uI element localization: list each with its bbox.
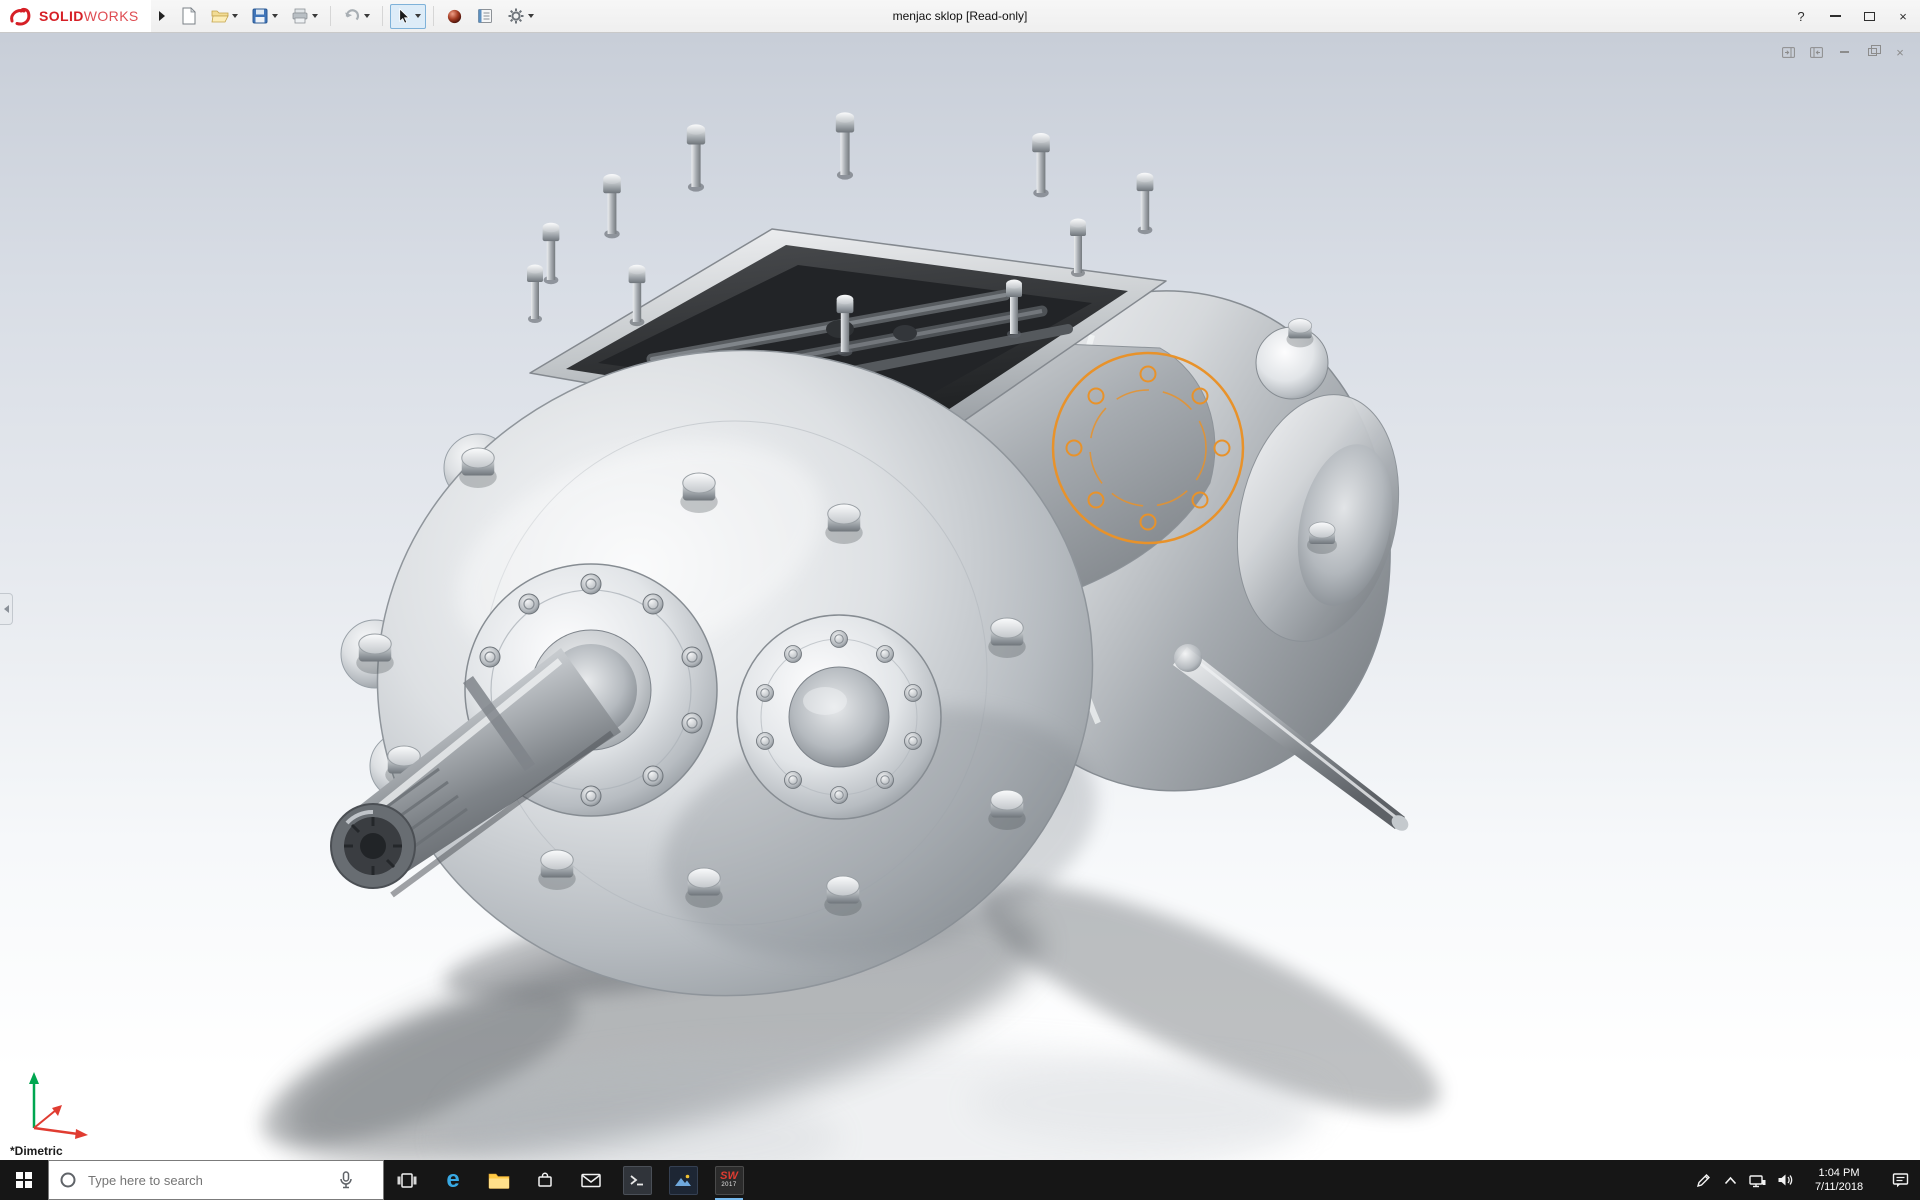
design-binder-button[interactable] bbox=[471, 3, 499, 29]
appearance-button[interactable] bbox=[441, 4, 468, 29]
save-button[interactable] bbox=[246, 3, 283, 29]
photos-button[interactable] bbox=[660, 1160, 706, 1200]
ds-logo-icon bbox=[8, 6, 34, 26]
menu-flyout-icon[interactable] bbox=[159, 11, 165, 21]
gearbox-3d-model[interactable] bbox=[0, 33, 1920, 1160]
undo-button[interactable] bbox=[338, 3, 375, 29]
titlebar: SOLIDWORKS bbox=[0, 0, 1920, 33]
new-document-icon bbox=[180, 7, 198, 25]
solidworks-window: SOLIDWORKS bbox=[0, 0, 1920, 1200]
file-explorer-icon bbox=[488, 1172, 510, 1189]
task-view-button[interactable] bbox=[384, 1160, 430, 1200]
view-orientation-label: *Dimetric bbox=[10, 1144, 63, 1158]
print-dropdown-caret[interactable] bbox=[312, 14, 318, 18]
select-cursor-icon bbox=[395, 8, 412, 25]
doc-restore-icon[interactable] bbox=[1864, 45, 1880, 59]
store-button[interactable] bbox=[522, 1160, 568, 1200]
toolbar-separator bbox=[330, 6, 331, 26]
clock-date: 7/11/2018 bbox=[1815, 1180, 1863, 1194]
doc-minimize-icon[interactable] bbox=[1836, 45, 1852, 59]
appearance-sphere-icon bbox=[446, 8, 463, 25]
print-button[interactable] bbox=[286, 3, 323, 29]
volume-icon[interactable] bbox=[1771, 1160, 1798, 1200]
brand-bold: SOLID bbox=[39, 8, 84, 24]
options-dropdown-caret[interactable] bbox=[528, 14, 534, 18]
orientation-triad-icon bbox=[8, 1046, 104, 1142]
toolbar-separator bbox=[382, 6, 383, 26]
console-icon bbox=[623, 1166, 652, 1195]
window-title: menjac sklop [Read-only] bbox=[893, 9, 1028, 23]
file-explorer-button[interactable] bbox=[476, 1160, 522, 1200]
select-dropdown-caret[interactable] bbox=[415, 14, 421, 18]
edge-button[interactable]: e bbox=[430, 1160, 476, 1200]
edge-icon: e bbox=[446, 1168, 459, 1192]
clock-time: 1:04 PM bbox=[1819, 1166, 1860, 1180]
network-icon[interactable] bbox=[1744, 1160, 1771, 1200]
solidworks-logo: SOLIDWORKS bbox=[0, 0, 151, 32]
center-boss[interactable] bbox=[737, 615, 941, 819]
solidworks-2017-icon: SW 2017 bbox=[715, 1166, 744, 1195]
brand-text: SOLIDWORKS bbox=[39, 8, 139, 24]
console-button[interactable] bbox=[614, 1160, 660, 1200]
feature-manager-collapsed-tab[interactable] bbox=[0, 593, 13, 625]
open-button[interactable] bbox=[206, 3, 243, 29]
taskbar-clock[interactable]: 1:04 PM 7/11/2018 bbox=[1798, 1160, 1880, 1200]
photos-icon bbox=[669, 1166, 698, 1195]
save-dropdown-caret[interactable] bbox=[272, 14, 278, 18]
system-tray: 1:04 PM 7/11/2018 bbox=[1690, 1160, 1920, 1200]
pane-right-icon[interactable] bbox=[1808, 45, 1824, 59]
gear-icon bbox=[507, 7, 525, 25]
select-tool-button[interactable] bbox=[390, 4, 426, 29]
graphics-viewport[interactable]: × *Dimetric bbox=[0, 33, 1920, 1160]
taskbar-search[interactable] bbox=[48, 1160, 384, 1200]
undo-dropdown-caret[interactable] bbox=[364, 14, 370, 18]
maximize-button[interactable] bbox=[1852, 0, 1886, 32]
design-binder-icon bbox=[476, 7, 494, 25]
mail-envelope-icon bbox=[581, 1173, 601, 1188]
mail-button[interactable] bbox=[568, 1160, 614, 1200]
doc-close-icon[interactable]: × bbox=[1892, 45, 1908, 59]
minimize-button[interactable] bbox=[1818, 0, 1852, 32]
search-input[interactable] bbox=[86, 1172, 330, 1189]
windows-logo-icon bbox=[16, 1172, 32, 1188]
new-document-button[interactable] bbox=[175, 3, 203, 29]
pane-left-icon[interactable] bbox=[1780, 45, 1796, 59]
start-button[interactable] bbox=[0, 1160, 48, 1200]
action-center-icon[interactable] bbox=[1880, 1160, 1920, 1200]
save-floppy-icon bbox=[251, 7, 269, 25]
window-controls: ? × bbox=[1784, 0, 1920, 32]
hidden-icons-chevron[interactable] bbox=[1717, 1160, 1744, 1200]
open-dropdown-caret[interactable] bbox=[232, 14, 238, 18]
document-window-controls: × bbox=[1780, 45, 1908, 59]
task-view-icon bbox=[397, 1173, 417, 1188]
close-button[interactable]: × bbox=[1886, 0, 1920, 32]
taskbar: e bbox=[0, 1160, 1920, 1200]
help-button[interactable]: ? bbox=[1784, 0, 1818, 32]
store-bag-icon bbox=[536, 1171, 554, 1189]
microphone-icon[interactable] bbox=[339, 1171, 353, 1189]
brand-light: WORKS bbox=[84, 8, 139, 24]
solidworks-taskbar-button[interactable]: SW 2017 bbox=[706, 1160, 752, 1200]
print-icon bbox=[291, 7, 309, 25]
toolbar-separator bbox=[433, 6, 434, 26]
cortana-icon bbox=[59, 1171, 77, 1189]
quick-access-toolbar bbox=[175, 3, 539, 29]
options-button[interactable] bbox=[502, 3, 539, 29]
pen-workspace-icon[interactable] bbox=[1690, 1160, 1717, 1200]
undo-icon bbox=[343, 7, 361, 25]
open-folder-icon bbox=[211, 7, 229, 25]
